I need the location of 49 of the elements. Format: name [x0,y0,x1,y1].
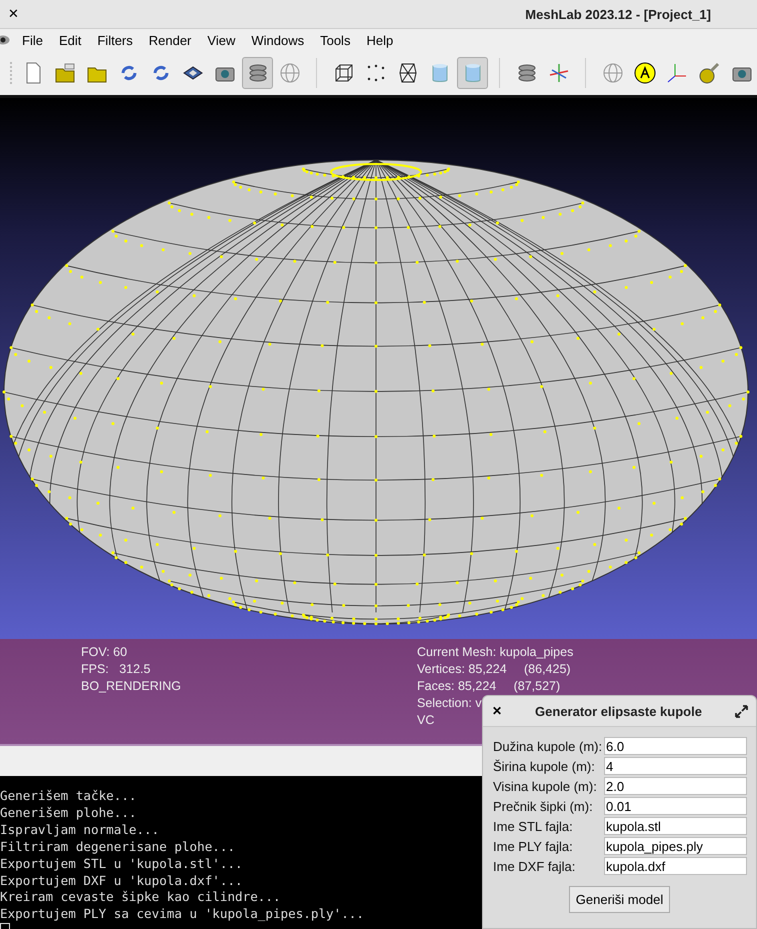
info-text: BO_RENDERING [81,678,182,694]
terminal-line: Filtriram degenerisane plohe... [0,838,236,856]
expand-icon[interactable] [735,704,748,718]
globe-icon [278,61,302,85]
info-text: FPS: 312.5 [81,661,150,677]
menu-item[interactable]: Filters [89,32,141,48]
input-field[interactable]: 0.01 [604,797,747,815]
input-field[interactable]: kupola.stl [604,817,747,835]
menu-item[interactable]: Edit [50,32,90,48]
dialog-title: Generator elipsaste kupole [535,704,702,718]
terminal-line: Exportujem STL u 'kupola.stl'... [0,856,244,873]
info-text: Faces: 85,224 (87,527) [417,678,560,694]
info-text: VC [417,712,434,728]
close-button[interactable]: ✕ [492,704,502,718]
terminal-line: Generišem tačke... [0,788,138,805]
field-label: Prečnik šipki (m): [493,798,594,814]
field-label: Visina kupole (m): [493,778,598,794]
input-field[interactable]: kupola.dxf [604,857,747,875]
menu-item[interactable]: Help [358,32,402,48]
terminal-line: Kreiram cevaste šipke kao cilindre... [0,889,282,906]
terminal-line: Generišem plohe... [0,804,138,822]
input-field[interactable]: 4 [604,757,747,775]
letter-circle-icon [633,61,658,85]
input-field[interactable]: kupola_pipes.ply [604,837,747,855]
field-label: Širina kupole (m): [493,758,596,774]
info-text: Current Mesh: kupola_pipes [417,644,574,660]
info-text: FOV: 60 [81,644,128,660]
input-field[interactable]: 6.0 [604,737,747,755]
info-text: Vertices: 85,224 (86,425) [417,661,571,677]
menu-item[interactable]: View [199,32,244,48]
terminal-line: Exportujem PLY sa cevima u 'kupola_pipes.ply'... [0,906,365,924]
menu-item[interactable]: File [14,32,51,48]
generate-button[interactable]: Generiši model [568,886,670,913]
terminal-line: Ispravljam normale... [0,822,160,839]
field-label: Dužina kupole (m): [493,738,604,754]
field-label: Ime STL fajla: [493,818,574,834]
window-title: MeshLab 2023.12 - [Project_1] [525,6,711,22]
terminal-line: Exportujem DXF u 'kupola.dxf'... [0,872,244,890]
input-field[interactable]: 2.0 [604,777,747,795]
eye-logo-icon [0,35,10,45]
menu-item[interactable]: Render [140,32,200,48]
menu-item[interactable]: Tools [312,32,358,48]
toolbar-button[interactable] [242,57,274,89]
field-label: Ime DXF fajla: [493,858,576,874]
menu-item[interactable]: Windows [243,32,312,48]
folder-stack-icon [52,61,77,85]
field-label: Ime PLY fajla: [493,838,574,854]
globe-icon [600,61,625,85]
close-button[interactable]: ✕ [8,6,19,22]
